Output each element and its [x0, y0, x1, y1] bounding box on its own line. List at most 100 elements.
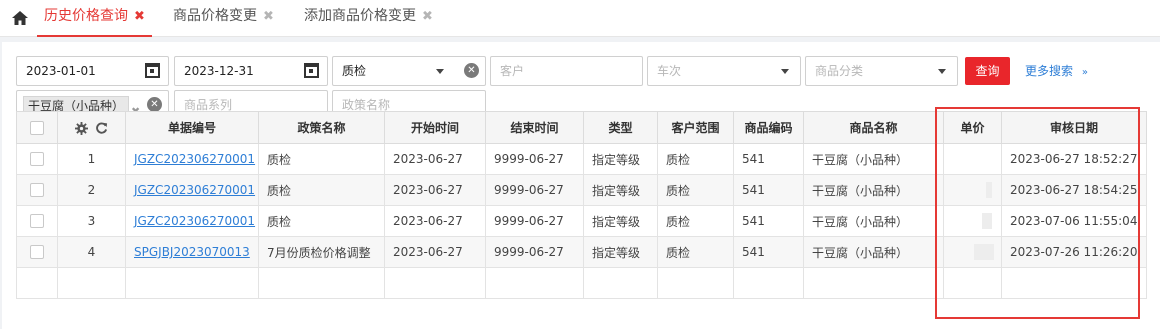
product-code-cell: 541 — [733, 236, 804, 268]
col-header-product-code[interactable]: 商品编码 — [733, 111, 804, 144]
policy-type-select[interactable]: 质检 ✕ — [332, 56, 486, 86]
tab-history-price[interactable]: 历史价格查询 ✖ — [37, 0, 152, 37]
table-row[interactable]: 1 JGZC202306270001 质检 2023-06-27 9999-06… — [16, 143, 1147, 175]
doc-no-link[interactable]: JGZC202306270001 — [134, 183, 255, 197]
col-header-policy-name[interactable]: 政策名称 — [258, 111, 385, 144]
unit-price-cell — [943, 205, 1002, 237]
product-name-cell: 干豆腐（小品种） — [803, 236, 944, 268]
start-date-cell: 2023-06-27 — [384, 236, 486, 268]
type-cell: 指定等级 — [583, 143, 658, 175]
vehicle-select[interactable]: 车次 — [647, 56, 801, 86]
table-row[interactable]: 4 SPGJBJ2023070013 7月份质检价格调整 2023-06-27 … — [16, 236, 1147, 268]
doc-no-cell: JGZC202306270001 — [125, 205, 259, 237]
start-date-cell: 2023-06-27 — [384, 143, 486, 175]
blurred-value — [986, 182, 992, 198]
col-header-start-date[interactable]: 开始时间 — [384, 111, 486, 144]
select-all-checkbox[interactable] — [30, 120, 44, 135]
policy-name-placeholder: 政策名称 — [342, 98, 391, 112]
doc-no-link[interactable]: SPGJBJ2023070013 — [134, 245, 250, 259]
unit-price-cell — [943, 174, 1002, 206]
col-header-customer-scope[interactable]: 客户范围 — [657, 111, 734, 144]
product-name-cell: 干豆腐（小品种） — [803, 174, 944, 206]
row-select — [16, 174, 58, 206]
close-icon[interactable]: ✖ — [263, 9, 274, 24]
audit-date-cell: 2023-06-27 18:54:25 — [1001, 174, 1147, 206]
row-select — [16, 143, 58, 175]
end-date-cell: 9999-06-27 — [485, 236, 584, 268]
col-header-unit-price[interactable]: 单价 — [943, 111, 1002, 144]
chevron-down-icon[interactable] — [938, 69, 946, 74]
home-icon[interactable] — [11, 9, 29, 27]
close-icon[interactable]: ✖ — [422, 9, 433, 24]
customer-placeholder: 客户 — [500, 64, 525, 78]
settings-header — [57, 111, 126, 144]
tab-label: 商品价格变更 — [173, 8, 257, 24]
start-date-field[interactable]: 2023-01-01 — [16, 56, 169, 86]
blurred-value — [974, 244, 994, 260]
more-search-label: 更多搜索 — [1025, 64, 1074, 78]
row-number: 1 — [57, 143, 126, 175]
policy-name-cell: 质检 — [258, 205, 385, 237]
audit-date-cell: 2023-07-06 11:55:04 — [1001, 205, 1147, 237]
audit-date-cell: 2023-06-27 18:52:27 — [1001, 143, 1147, 175]
row-checkbox[interactable] — [30, 245, 44, 260]
end-date-field[interactable]: 2023-12-31 — [174, 56, 328, 86]
price-history-table: 单据编号 政策名称 开始时间 结束时间 类型 客户范围 商品编码 商品名称 单价… — [16, 111, 1147, 299]
customer-scope-cell: 质检 — [657, 174, 734, 206]
clear-icon[interactable]: ✕ — [464, 63, 479, 78]
unit-price-cell — [943, 236, 1002, 268]
chevron-down-icon[interactable] — [781, 69, 789, 74]
end-date-value: 2023-12-31 — [184, 64, 254, 78]
end-date-cell: 9999-06-27 — [485, 205, 584, 237]
table-row[interactable]: 2 JGZC202306270001 质检 2023-06-27 9999-06… — [16, 174, 1147, 206]
col-header-audit-date[interactable]: 审核日期 — [1001, 111, 1147, 144]
end-date-cell: 9999-06-27 — [485, 143, 584, 175]
calendar-icon[interactable] — [304, 63, 319, 78]
doc-no-cell: JGZC202306270001 — [125, 174, 259, 206]
table-row-empty — [16, 267, 1147, 299]
col-header-product-name[interactable]: 商品名称 — [803, 111, 944, 144]
type-cell: 指定等级 — [583, 205, 658, 237]
type-cell: 指定等级 — [583, 174, 658, 206]
customer-input[interactable]: 客户 — [490, 56, 643, 86]
start-date-cell: 2023-06-27 — [384, 174, 486, 206]
col-header-doc-no[interactable]: 单据编号 — [125, 111, 259, 144]
tab-add-price-change[interactable]: 添加商品价格变更 ✖ — [304, 0, 433, 37]
tab-label: 历史价格查询 — [44, 8, 128, 24]
col-header-end-date[interactable]: 结束时间 — [485, 111, 584, 144]
product-code-cell: 541 — [733, 143, 804, 175]
more-search-link[interactable]: 更多搜索 » — [1025, 62, 1088, 79]
search-button[interactable]: 查询 — [965, 57, 1010, 85]
refresh-icon[interactable] — [95, 122, 108, 135]
close-icon[interactable]: ✖ — [134, 9, 145, 24]
gear-icon[interactable] — [75, 121, 89, 135]
category-select[interactable]: 商品分类 — [805, 56, 958, 86]
customer-scope-cell: 质检 — [657, 143, 734, 175]
tab-price-change[interactable]: 商品价格变更 ✖ — [173, 0, 274, 37]
calendar-icon[interactable] — [145, 63, 160, 78]
doc-no-link[interactable]: JGZC202306270001 — [134, 152, 255, 166]
row-select — [16, 205, 58, 237]
series-placeholder: 商品系列 — [184, 98, 233, 112]
doc-no-cell: SPGJBJ2023070013 — [125, 236, 259, 268]
clear-icon[interactable]: ✕ — [147, 97, 162, 112]
end-date-cell: 9999-06-27 — [485, 174, 584, 206]
product-code-cell: 541 — [733, 174, 804, 206]
row-checkbox[interactable] — [30, 152, 44, 167]
select-all-header — [16, 111, 58, 144]
policy-type-value: 质检 — [342, 64, 367, 78]
tab-bar: 历史价格查询 ✖ 商品价格变更 ✖ 添加商品价格变更 ✖ — [0, 0, 1160, 37]
col-header-type[interactable]: 类型 — [583, 111, 658, 144]
category-placeholder: 商品分类 — [815, 64, 864, 78]
table-row[interactable]: 3 JGZC202306270001 质检 2023-06-27 9999-06… — [16, 205, 1147, 237]
start-date-cell: 2023-06-27 — [384, 205, 486, 237]
product-name-cell: 干豆腐（小品种） — [803, 143, 944, 175]
customer-scope-cell: 质检 — [657, 236, 734, 268]
policy-name-cell: 7月份质检价格调整 — [258, 236, 385, 268]
doc-no-link[interactable]: JGZC202306270001 — [134, 214, 255, 228]
product-code-cell: 541 — [733, 205, 804, 237]
chevron-down-icon[interactable] — [436, 69, 444, 74]
blurred-value — [982, 213, 992, 229]
row-checkbox[interactable] — [30, 183, 44, 198]
row-checkbox[interactable] — [30, 214, 44, 229]
